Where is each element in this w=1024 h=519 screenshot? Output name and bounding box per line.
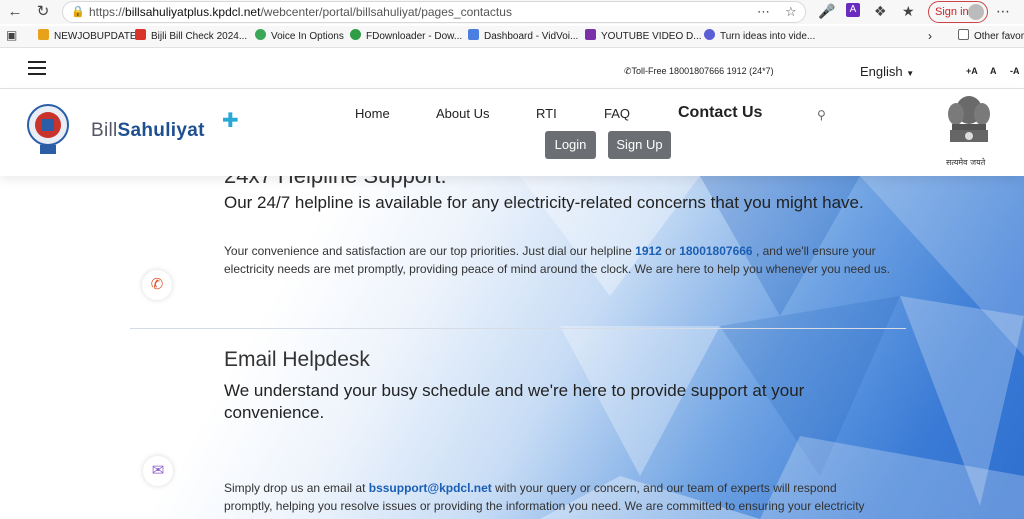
avatar [968, 4, 984, 20]
bookmark-favicon-icon [585, 29, 596, 40]
helpline-number-1912[interactable]: 1912 [635, 244, 662, 258]
folder-icon [958, 29, 969, 40]
puzzle-icon[interactable]: ❖ [874, 3, 887, 20]
phone-icon: ✆ [142, 270, 172, 300]
utility-bar: ✆Toll-Free 18001807666 1912 (24*7) Engli… [0, 49, 1024, 89]
bookmark-favicon-icon [135, 29, 146, 40]
tollfree-text: ✆Toll-Free 18001807666 1912 (24*7) [624, 66, 774, 76]
email-address-link[interactable]: bssupport@kpdcl.net [369, 481, 492, 495]
tab-actions-icon[interactable]: ▣ [6, 28, 17, 42]
helpline-heading: Our 24/7 helpline is available for any e… [224, 193, 864, 212]
bookmark-item[interactable]: Other favori [958, 29, 1024, 42]
nav-contact-us[interactable]: Contact Us [678, 104, 762, 122]
bookmark-favicon-icon [704, 29, 715, 40]
font-normal-button[interactable]: A [990, 66, 997, 76]
reader-icon[interactable]: ⋯ [757, 4, 770, 20]
bookmark-item[interactable]: Voice In Options [255, 29, 344, 42]
bookmark-favicon-icon [350, 29, 361, 40]
email-title: Email Helpdesk [224, 348, 370, 371]
plus-icon: ✚ [222, 110, 240, 132]
emblem-caption: सत्यमेव जयते [946, 158, 986, 167]
login-button[interactable]: Login [545, 131, 596, 159]
contact-content: 24x7 Helpline Support: ✆ Our 24/7 helpli… [0, 176, 1024, 519]
email-heading: We understand your busy schedule and we'… [224, 381, 805, 422]
lock-icon: 🔒 [71, 6, 85, 18]
email-text: Simply drop us an email at bssupport@kpd… [224, 481, 865, 519]
section-divider [130, 328, 906, 329]
sign-in-button[interactable]: Sign in [928, 1, 988, 23]
bookmark-item[interactable]: NEWJOBUPDATE [38, 29, 137, 42]
helpline-number-tollfree[interactable]: 18001807666 [679, 244, 752, 258]
hamburger-menu-icon[interactable] [28, 61, 46, 75]
helpline-text: Your convenience and satisfaction are ou… [224, 244, 890, 276]
bookmark-item[interactable]: Turn ideas into vide... [704, 29, 815, 42]
helpline-title: 24x7 Helpline Support: [224, 176, 447, 189]
url-text: https://billsahuliyatplus.kpdcl.net/webc… [89, 5, 512, 19]
favorite-star-icon[interactable]: ☆ [785, 4, 797, 20]
bookmark-favicon-icon [255, 29, 266, 40]
nav-rti[interactable]: RTI [536, 106, 557, 121]
font-increase-button[interactable]: +A [966, 66, 978, 76]
national-emblem-icon [948, 96, 990, 142]
bookmark-item[interactable]: FDownloader - Dow... [350, 29, 462, 42]
main-navigation: BillSahuliyat ✚ Home About Us RTI FAQ Co… [0, 89, 1024, 176]
bookmark-item[interactable]: Bijli Bill Check 2024... [135, 29, 247, 42]
collections-icon[interactable]: ★ [902, 3, 915, 20]
microphone-icon[interactable]: 🎤 [818, 3, 835, 20]
font-decrease-button[interactable]: -A [1010, 66, 1020, 76]
bookmark-favicon-icon [468, 29, 479, 40]
more-icon[interactable]: ⋯ [996, 3, 1010, 20]
chevron-down-icon: ▼ [906, 69, 915, 78]
bookmark-item[interactable]: YOUTUBE VIDEO D... [585, 29, 702, 42]
search-icon[interactable]: ⚲ [817, 108, 826, 122]
nav-faq[interactable]: FAQ [604, 106, 630, 121]
signup-button[interactable]: Sign Up [608, 131, 671, 159]
envelope-icon: ✉ [143, 456, 173, 486]
chevron-right-icon[interactable]: › [928, 29, 932, 43]
address-bar[interactable]: 🔒 https://billsahuliyatplus.kpdcl.net/we… [62, 1, 806, 23]
nav-home[interactable]: Home [355, 106, 390, 121]
nav-about-us[interactable]: About Us [436, 106, 489, 121]
bookmarks-bar: ▣ NEWJOBUPDATE Bijli Bill Check 2024... … [0, 26, 1024, 48]
bookmark-folder-icon [38, 29, 49, 40]
browser-toolbar: ← ↻ 🔒 https://billsahuliyatplus.kpdcl.ne… [0, 0, 1024, 24]
bookmark-item[interactable]: Dashboard - VidVoi... [468, 29, 578, 42]
refresh-icon[interactable]: ↻ [32, 2, 54, 22]
kpdcl-logo-icon[interactable] [26, 103, 70, 157]
website: ✆Toll-Free 18001807666 1912 (24*7) Engli… [0, 49, 1024, 519]
back-icon[interactable]: ← [4, 2, 26, 22]
language-select[interactable]: English ▼ [860, 64, 914, 79]
brand-logo[interactable]: BillSahuliyat ✚ [91, 110, 239, 142]
extension-icon[interactable]: A [846, 3, 860, 17]
